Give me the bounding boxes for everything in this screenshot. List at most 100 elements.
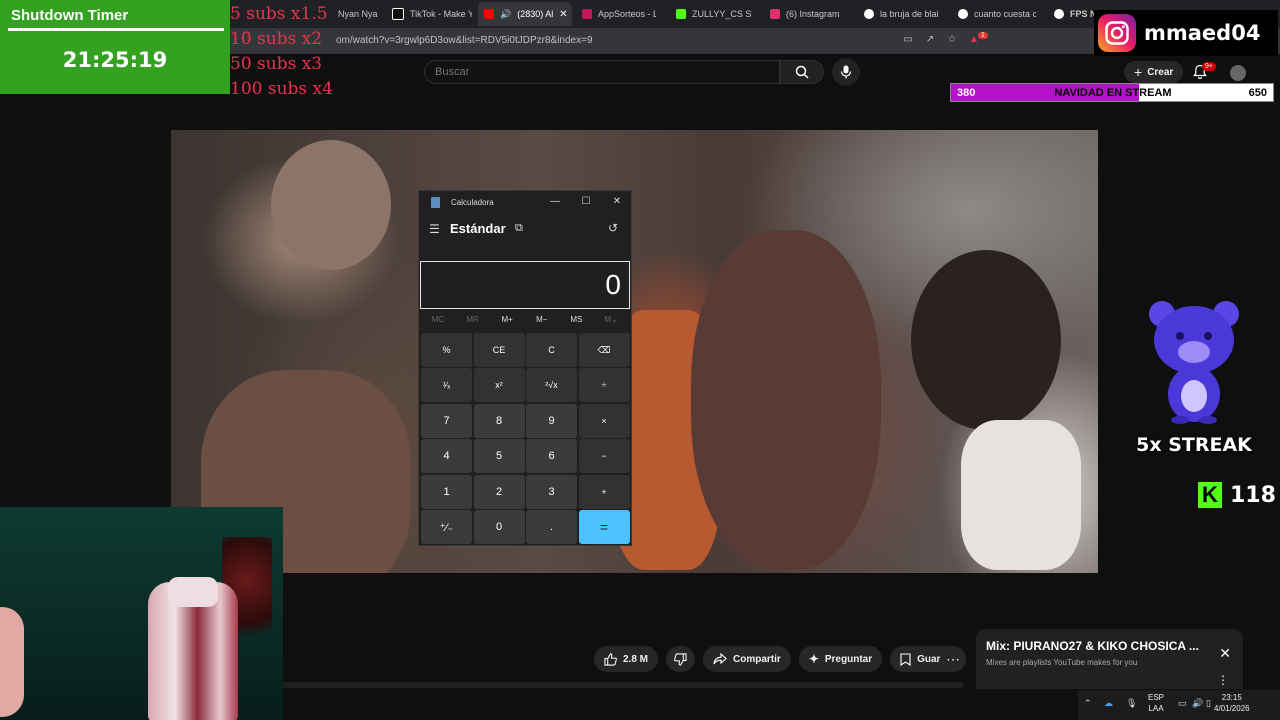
square-key[interactable]: x² (473, 368, 525, 403)
memory-button[interactable]: MC (421, 315, 455, 324)
keep-on-top-icon[interactable]: ⧉ (515, 222, 523, 235)
cloud-icon[interactable]: ☁ (1104, 698, 1113, 709)
browser-tab-google[interactable]: cuanto cuesta cre (958, 2, 1036, 26)
subs-multiplier-line: 5 subs x1.5 (230, 4, 328, 24)
digit-7-key[interactable]: 7 (421, 403, 472, 438)
tab-label: la bruja de blair (880, 9, 938, 19)
goal-target: 650 (1248, 87, 1267, 99)
like-button[interactable]: 2.8 M (594, 646, 659, 672)
browser-tab-tiktok[interactable]: TikTok - Make Yo (392, 2, 472, 26)
share-button[interactable]: Compartir (703, 646, 791, 672)
add-key[interactable]: + (578, 474, 630, 509)
google-icon (864, 9, 874, 19)
speaker-icon: 🔊 (500, 8, 512, 19)
calculator-display: 0 (420, 261, 630, 309)
clear-key[interactable]: C (526, 333, 577, 367)
mix-title: Mix: PIURANO27 & KIKO CHOSICA ... (986, 639, 1199, 653)
kick-follower-count: 118 (1230, 482, 1276, 508)
close-icon[interactable]: ✕ (1219, 645, 1231, 662)
ask-button[interactable]: ✦ Preguntar (798, 646, 883, 672)
streak-label: 5x STREAK (1136, 434, 1252, 456)
more-icon: ⋯ (946, 650, 960, 667)
digit-2-key[interactable]: 2 (473, 474, 525, 509)
calculator-window[interactable]: Calculadora — ☐ ✕ ☰ Estándar ⧉ ↺ 0 MC MR M… (418, 190, 632, 546)
memory-button[interactable]: MS (559, 315, 593, 324)
multiply-key[interactable]: × (578, 403, 630, 438)
browser-tab-google[interactable]: FPS NJA (1054, 2, 1094, 26)
network-icon[interactable]: ▭ (1178, 698, 1187, 709)
calculator-app-icon (431, 197, 440, 208)
webcam-feed (0, 507, 283, 720)
browser-tab-kick[interactable]: ZULLYY_CS Strea (676, 2, 752, 26)
create-label: Crear (1147, 66, 1174, 78)
taskbar-clock[interactable]: 23:15 4/01/2026 (1214, 692, 1250, 714)
memory-button[interactable]: M− (525, 315, 559, 324)
browser-tab[interactable]: Nyan Nya (338, 2, 382, 26)
hamburger-menu-icon[interactable]: ☰ (429, 222, 440, 236)
subtract-key[interactable]: − (578, 439, 630, 474)
memory-button[interactable]: M⌄ (594, 315, 628, 324)
reciprocal-key[interactable]: ¹⁄ₓ (421, 368, 472, 403)
divide-key[interactable]: ÷ (578, 368, 630, 403)
ask-label: Preguntar (824, 653, 873, 665)
share-label: Compartir (733, 653, 781, 665)
tab-close-icon[interactable]: ✕ (559, 9, 567, 20)
history-icon[interactable]: ↺ (608, 221, 618, 235)
more-actions-button[interactable]: ⋯ (940, 646, 966, 672)
subs-multiplier-line: 10 subs x2 (230, 29, 323, 49)
digit-1-key[interactable]: 1 (421, 474, 472, 509)
browser-tab-youtube-active[interactable]: 🔊 (2830) Al ✕ (478, 2, 572, 26)
install-app-icon[interactable]: ▭ (902, 34, 914, 46)
voice-search-button[interactable] (832, 58, 860, 86)
memory-row: MC MR M+ M− MS M⌄ (419, 315, 631, 329)
language-indicator[interactable]: ESP LAA (1148, 692, 1164, 714)
square-root-key[interactable]: ²√x (526, 368, 577, 403)
video-actions: 2.8 M Compartir ✦ Preguntar Guardar (594, 646, 967, 672)
memory-button[interactable]: M+ (490, 315, 524, 324)
percent-key[interactable]: % (421, 333, 472, 367)
memory-button[interactable]: MR (456, 315, 490, 324)
digit-3-key[interactable]: 3 (526, 474, 577, 509)
digit-4-key[interactable]: 4 (421, 439, 472, 474)
minimize-icon[interactable]: — (545, 194, 565, 210)
chevron-up-icon[interactable]: ⌃ (1084, 698, 1092, 709)
url-field[interactable]: om/watch?v=3rgwlp6D3ow&list=RDV5i0tJDPzr… (336, 35, 593, 46)
browser-tab-google[interactable]: la bruja de blair (864, 2, 938, 26)
tiktok-icon (392, 8, 404, 20)
maximize-icon[interactable]: ☐ (576, 194, 596, 210)
digit-9-key[interactable]: 9 (526, 403, 577, 438)
tab-label: ZULLYY_CS Strea (692, 9, 752, 19)
browser-tab-instagram[interactable]: (6) Instagram (770, 2, 840, 26)
appsorteos-icon (582, 9, 592, 19)
clock-date: 4/01/2026 (1214, 704, 1250, 713)
lang-top: ESP (1148, 693, 1165, 702)
shutdown-timer-widget: Shutdown Timer 21:25:19 (0, 0, 230, 94)
volume-icon[interactable]: 🔊 (1192, 698, 1203, 709)
share-icon[interactable]: ↗ (924, 34, 936, 46)
search-input[interactable] (425, 61, 775, 83)
microphone-icon[interactable]: 🎙 (1126, 698, 1137, 709)
equals-key[interactable]: = (578, 510, 630, 544)
search-button[interactable] (780, 60, 824, 84)
create-button[interactable]: + Crear (1124, 61, 1184, 83)
backspace-key[interactable]: ⌫ (578, 333, 630, 367)
video-player[interactable] (171, 130, 1098, 573)
vertical-more-icon[interactable]: ⋮ (1217, 673, 1229, 687)
digit-8-key[interactable]: 8 (473, 403, 525, 438)
browser-tab-appsorteos[interactable]: AppSorteos - La (582, 2, 656, 26)
tab-label: FPS NJA (1070, 9, 1094, 19)
account-avatar[interactable] (1230, 65, 1246, 81)
dislike-button[interactable] (666, 646, 696, 672)
instagram-handle: mmaed04 (1144, 21, 1261, 45)
digit-6-key[interactable]: 6 (526, 439, 577, 474)
digit-5-key[interactable]: 5 (473, 439, 525, 474)
plus-icon: + (1134, 64, 1143, 80)
close-icon[interactable]: ✕ (607, 194, 627, 210)
clear-entry-key[interactable]: CE (473, 333, 525, 367)
digit-0-key[interactable]: 0 (473, 510, 525, 544)
bookmark-icon[interactable]: ☆ (946, 34, 958, 46)
battery-icon[interactable]: ▯ (1206, 698, 1211, 709)
negate-key[interactable]: ⁺⁄₋ (421, 510, 472, 544)
mix-playlist-card[interactable]: Mix: PIURANO27 & KIKO CHOSICA ... Mixes … (976, 629, 1243, 689)
decimal-key[interactable]: . (526, 510, 577, 544)
